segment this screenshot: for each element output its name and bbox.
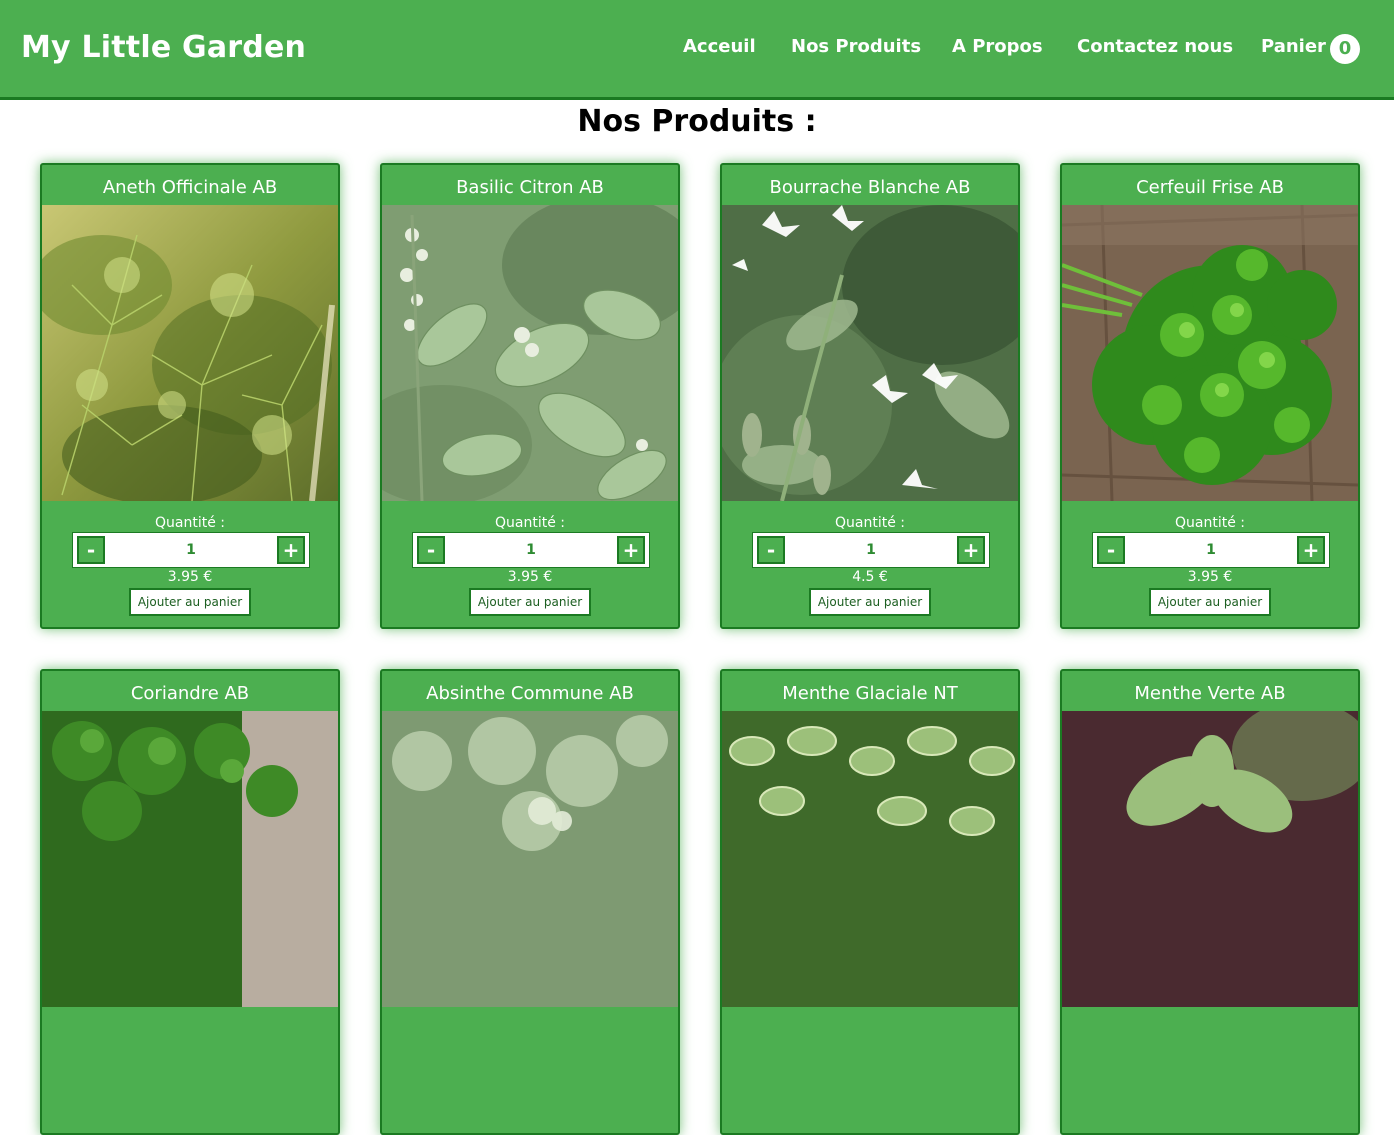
product-image [1062, 711, 1358, 1007]
decrement-button[interactable]: - [417, 536, 445, 564]
add-to-cart-button[interactable]: Ajouter au panier [129, 588, 251, 616]
product-card: Menthe Glaciale NT [720, 669, 1020, 1135]
product-name: Menthe Glaciale NT [782, 683, 958, 704]
product-name: Coriandre AB [130, 683, 250, 704]
product-price: 4.5 € [852, 569, 888, 585]
quantity-stepper: - 1 + [73, 533, 309, 567]
quantity-input[interactable]: 1 [1129, 535, 1293, 565]
product-card: Menthe Verte AB [1060, 669, 1360, 1135]
product-card: Aneth Officinale AB Quantité: - 1 + 3.9… [40, 163, 340, 629]
product-image [722, 711, 1018, 1007]
add-to-cart-button[interactable]: Ajouter au panier [1149, 588, 1271, 616]
product-card: Bourrache Blanche AB Quantité: - 1 + 4.… [720, 163, 1020, 629]
product-image [382, 205, 678, 501]
product-name: Cerfeuil Frise AB [1136, 177, 1284, 198]
quantity-label: Quantité : [155, 515, 225, 531]
increment-button[interactable]: + [1297, 536, 1325, 564]
product-name: Menthe Verte AB [1134, 683, 1286, 704]
product-name: Bourrache Blanche AB [769, 177, 971, 198]
product-card: Coriandre AB [40, 669, 340, 1135]
quantity-label: Quantité : [1175, 515, 1245, 531]
decrement-button[interactable]: - [757, 536, 785, 564]
product-name: Absinthe Commune AB [426, 683, 634, 704]
quantity-label: Quantité : [835, 515, 905, 531]
increment-button[interactable]: + [277, 536, 305, 564]
decrement-button[interactable]: - [77, 536, 105, 564]
product-image [42, 205, 338, 501]
add-to-cart-button[interactable]: Ajouter au panier [469, 588, 591, 616]
increment-button[interactable]: + [617, 536, 645, 564]
quantity-stepper: - 1 + [753, 533, 989, 567]
increment-button[interactable]: + [957, 536, 985, 564]
product-card: Basilic Citron AB Quantité: - 1 + 3.95 … [380, 163, 680, 629]
product-name: Basilic Citron AB [456, 177, 604, 198]
product-image [1062, 205, 1358, 501]
quantity-input[interactable]: 1 [109, 535, 273, 565]
product-grid: Aneth Officinale AB Quantité: - 1 + 3.9… [0, 0, 1394, 1135]
add-to-cart-button[interactable]: Ajouter au panier [809, 588, 931, 616]
product-image [382, 711, 678, 1007]
quantity-label: Quantité : [495, 515, 565, 531]
product-image [722, 205, 1018, 501]
product-price: 3.95 € [1187, 569, 1233, 585]
quantity-stepper: - 1 + [413, 533, 649, 567]
quantity-stepper: - 1 + [1093, 533, 1329, 567]
decrement-button[interactable]: - [1097, 536, 1125, 564]
product-price: 3.95 € [167, 569, 213, 585]
product-card: Cerfeuil Frise AB Quantité: - 1 + 3.95 … [1060, 163, 1360, 629]
product-image [42, 711, 338, 1007]
quantity-input[interactable]: 1 [789, 535, 953, 565]
product-card: Absinthe Commune AB [380, 669, 680, 1135]
product-price: 3.95 € [507, 569, 553, 585]
product-name: Aneth Officinale AB [102, 177, 278, 198]
quantity-input[interactable]: 1 [449, 535, 613, 565]
